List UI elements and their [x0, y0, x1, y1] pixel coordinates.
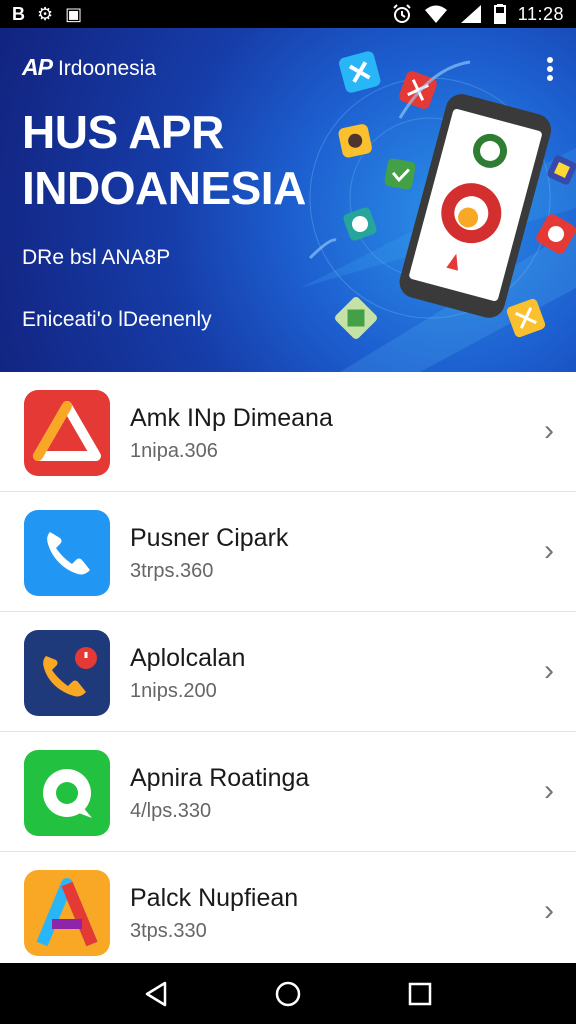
chevron-right-icon: › [544, 534, 554, 567]
status-bar-left: B ⚙ ▣ [12, 4, 82, 25]
list-item[interactable]: Amk INp Dimeana 1nipa.306 › [0, 372, 576, 492]
hero-banner[interactable]: AP Irdoonesia HUS APR INDOANESIA DRe bsl… [0, 28, 576, 372]
app-meta: 1nipa.306 [130, 440, 218, 462]
app-meta: 3tps.330 [130, 920, 207, 942]
app-meta: 3trps.360 [130, 560, 214, 582]
app-name: Apnira Roatinga [130, 764, 310, 792]
hero-illustration [300, 51, 576, 372]
status-time: 11:28 [517, 3, 564, 24]
app-name: Palck Nupfiean [130, 884, 299, 912]
app-name: Amk INp Dimeana [130, 404, 333, 432]
list-item[interactable]: Aplolcalan 1nips.200 › [0, 612, 576, 732]
status-bar: B ⚙ ▣ 11:28 [0, 0, 576, 28]
wifi-icon [424, 5, 447, 23]
alarm-icon [393, 4, 411, 23]
chevron-right-icon: › [544, 414, 554, 447]
brand-logo: AP [22, 54, 53, 80]
gradient-a-icon [24, 870, 110, 956]
status-bar-right: 11:28 [392, 4, 564, 25]
settings-icon: ⚙ [37, 3, 54, 24]
navigation-bar [0, 963, 576, 1024]
triangle-logo-icon [24, 390, 110, 476]
app-meta: 4/lps.330 [130, 800, 212, 822]
b-icon: B [12, 3, 25, 24]
chevron-right-icon: › [544, 894, 554, 927]
battery-icon [493, 4, 506, 24]
phone-notification-icon [24, 630, 110, 716]
hero-subtitle: DRe bsl ANA8P [22, 246, 171, 269]
hero-cta[interactable]: Enicеati'o lDeenenly [22, 308, 212, 332]
list-item[interactable]: Apnira Roatinga 4/lps.330 › [0, 732, 576, 852]
phone-icon [24, 510, 110, 596]
recents-icon[interactable] [396, 970, 444, 1018]
chat-bubble-icon [24, 750, 110, 836]
chevron-right-icon: › [544, 654, 554, 687]
app-name: Aplolcalan [130, 644, 246, 672]
app-list: Amk INp Dimeana 1nipa.306 › Pusner Cipar… [0, 372, 576, 963]
back-icon[interactable] [132, 970, 180, 1018]
list-item[interactable]: Palck Nupfiean 3tps.330 › [0, 852, 576, 963]
signal-icon [460, 5, 481, 23]
hero-brand: AP Irdoonesia [22, 54, 156, 81]
list-item[interactable]: Pusner Cipark 3trps.360 › [0, 492, 576, 612]
app-name: Pusner Cipark [130, 524, 289, 552]
gallery-icon: ▣ [65, 3, 83, 24]
app-meta: 1nips.200 [130, 680, 217, 702]
brand-name: Irdoonesia [57, 57, 157, 80]
home-icon[interactable] [264, 970, 312, 1018]
chevron-right-icon: › [544, 774, 554, 807]
